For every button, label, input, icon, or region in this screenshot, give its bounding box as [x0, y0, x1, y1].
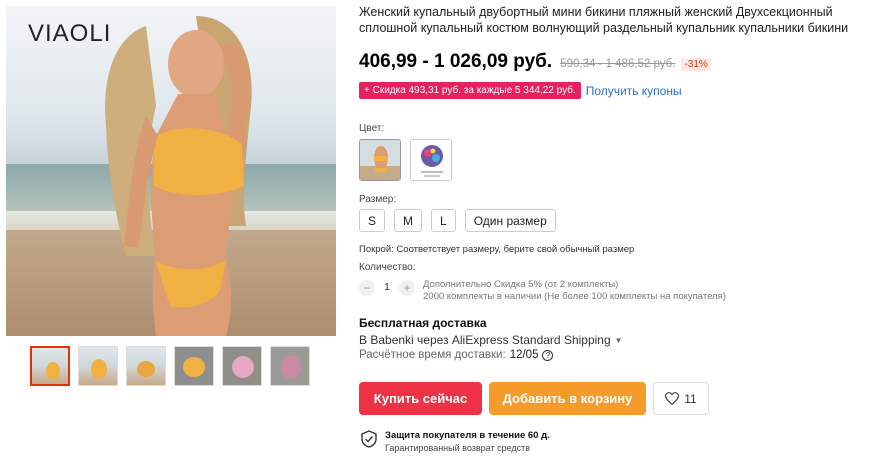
fit-info: Покрой: Соответствует размеру, берите св… — [359, 244, 635, 255]
color-label: Цвет: — [359, 123, 385, 134]
thumbnail-5[interactable] — [222, 346, 262, 386]
size-option-s[interactable]: S — [359, 209, 386, 232]
wishlist-count: 11 — [684, 391, 697, 406]
color-option-orange[interactable] — [359, 139, 401, 181]
quantity-value[interactable]: 1 — [375, 280, 399, 296]
protection-title: Защита покупателя в течение 60 д. — [385, 430, 550, 441]
product-title[interactable]: Женский купальный двубортный мини бикини… — [359, 4, 885, 36]
shipping-method-selector[interactable]: В Babenki через AliExpress Standard Ship… — [359, 333, 623, 347]
old-price: 590,34 - 1 486,52 руб. — [560, 58, 676, 70]
protection-subtitle: Гарантированный возврат средств — [385, 443, 531, 453]
orange-bikini-icon — [360, 140, 400, 180]
size-option-one-size[interactable]: Один размер — [464, 209, 556, 232]
thumbnail-4[interactable] — [174, 346, 214, 386]
size-label: Размер: — [359, 194, 397, 205]
buyer-protection: Защита покупателя в течение 60 д. Гарант… — [361, 430, 550, 454]
thumbnail-6[interactable] — [270, 346, 310, 386]
wishlist-button[interactable]: 11 — [653, 382, 709, 415]
help-icon[interactable]: ? — [542, 349, 554, 361]
main-product-image[interactable]: VIAOLI — [6, 6, 336, 336]
delivery-time: Расчётное время доставки: 12/05 ? — [359, 349, 554, 361]
current-price: 406,99 - 1 026,09 руб. — [359, 51, 553, 72]
thumbnail-1[interactable] — [30, 346, 70, 386]
coupon-row: + Скидка 493,31 руб. за каждые 5 344,22 … — [359, 82, 682, 99]
quantity-label: Количество: — [359, 262, 416, 273]
quantity-stepper: − 1 + Дополнительно Скидка 5% (от 2 комп… — [359, 279, 726, 303]
quantity-plus-button[interactable]: + — [399, 280, 415, 296]
discount-badge: -31% — [681, 58, 711, 71]
add-to-cart-button[interactable]: Добавить в корзину — [489, 382, 646, 415]
thumbnail-strip — [30, 346, 310, 386]
bulk-discount-text: Дополнительно Скидка 5% (от 2 комплекты) — [423, 279, 619, 290]
chevron-down-icon: ▼ — [614, 335, 623, 345]
quantity-minus-button[interactable]: − — [359, 280, 375, 296]
delivery-time-value: 12/05 — [509, 349, 539, 361]
size-option-m[interactable]: M — [394, 209, 423, 232]
size-options: S M L Один размер — [359, 209, 556, 232]
shipping-title: Бесплатная доставка — [359, 316, 487, 330]
stock-text: 2000 комплекты в наличии (Не более 100 к… — [423, 291, 726, 302]
quantity-info: Дополнительно Скидка 5% (от 2 комплекты)… — [423, 279, 726, 303]
thumbnail-3[interactable] — [126, 346, 166, 386]
buy-now-button[interactable]: Купить сейчас — [359, 382, 482, 415]
shipping-method-text: В Babenki через AliExpress Standard Ship… — [359, 333, 611, 347]
heart-icon — [665, 392, 680, 405]
model-figure — [105, 16, 252, 336]
delivery-time-label: Расчётное время доставки: — [359, 349, 506, 361]
get-coupons-link[interactable]: Получить купоны — [586, 84, 682, 98]
thumbnail-2[interactable] — [78, 346, 118, 386]
floral-print-icon — [411, 140, 451, 180]
color-option-floral[interactable] — [410, 139, 452, 181]
shield-check-icon — [361, 430, 377, 448]
price-row: 406,99 - 1 026,09 руб. 590,34 - 1 486,52… — [359, 51, 711, 73]
brand-logo: VIAOLI — [28, 20, 112, 47]
size-option-l[interactable]: L — [431, 209, 456, 232]
coupon-badge: + Скидка 493,31 руб. за каждые 5 344,22 … — [359, 82, 581, 99]
